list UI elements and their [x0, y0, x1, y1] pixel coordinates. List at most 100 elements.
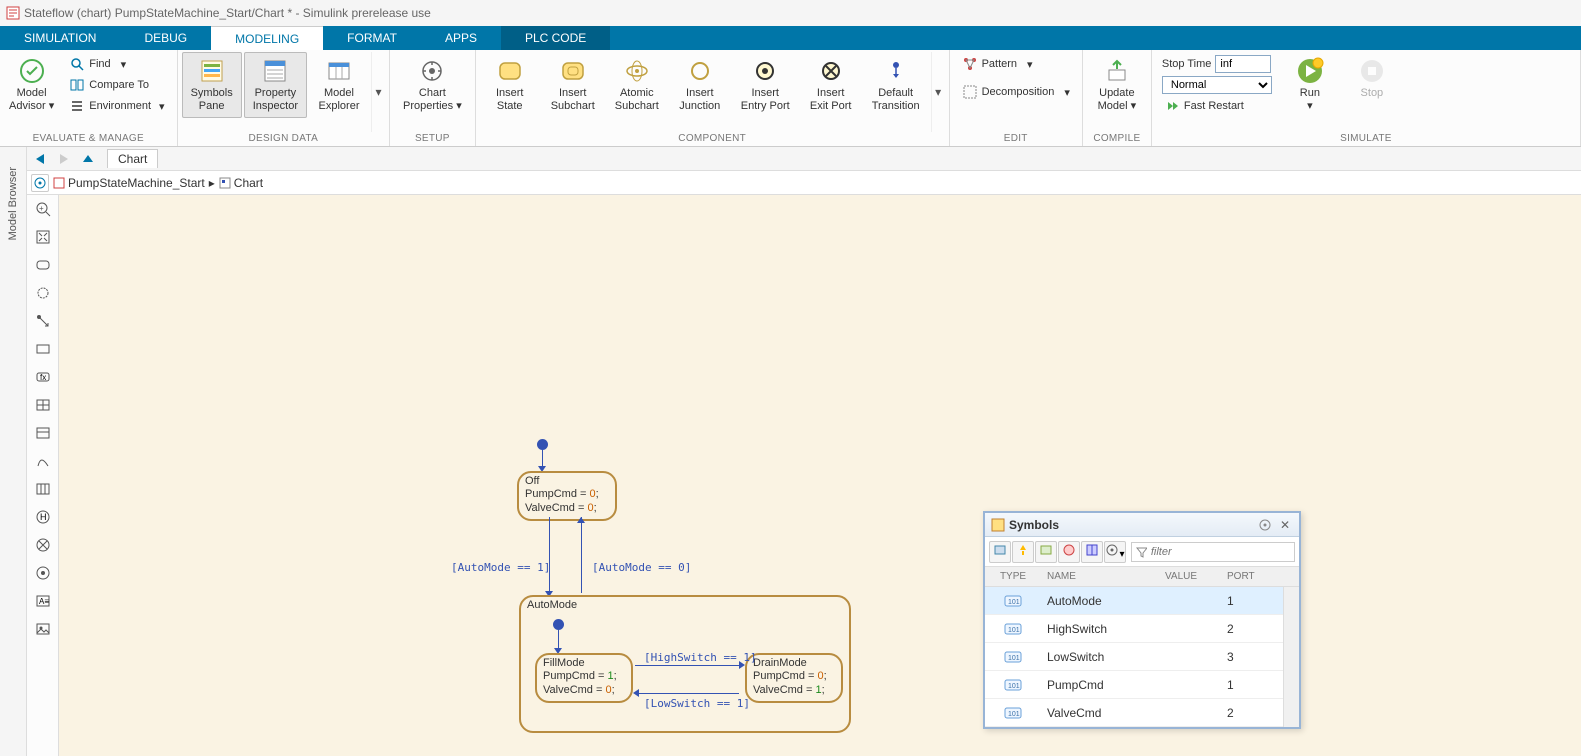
symbols-titlebar[interactable]: Symbols ✕ [985, 513, 1299, 537]
crumb-target-button[interactable] [31, 174, 49, 192]
sym-hdr-type[interactable]: TYPE [985, 567, 1041, 586]
palette-entryport-button[interactable] [31, 561, 55, 585]
transition-label-automatic-off[interactable]: [AutoMode == 0] [592, 561, 691, 574]
stop-button[interactable]: Stop [1342, 52, 1402, 105]
state-off[interactable]: Off PumpCmd = 0;ValveCmd = 0; [517, 471, 617, 521]
symbols-pane-button[interactable]: Symbols Pane [182, 52, 242, 118]
property-inspector-button[interactable]: Property Inspector [244, 52, 307, 118]
tab-plc-code[interactable]: PLC CODE [501, 26, 610, 50]
compare-button[interactable]: Compare To [63, 75, 170, 95]
sim-mode-select[interactable]: Normal [1162, 76, 1272, 94]
insert-state-button[interactable]: Insert State [480, 52, 540, 118]
palette-junction-button[interactable] [31, 281, 55, 305]
palette-state-button[interactable] [31, 253, 55, 277]
nav-back-button[interactable] [29, 149, 51, 169]
sym-value [1159, 671, 1221, 698]
tab-format[interactable]: FORMAT [323, 26, 421, 50]
palette-connective-button[interactable] [31, 533, 55, 557]
connector[interactable] [635, 693, 739, 694]
symbols-row[interactable]: 101HighSwitch2 [985, 615, 1283, 643]
palette-box-button[interactable] [31, 337, 55, 361]
insert-junction-button[interactable]: Insert Junction [670, 52, 730, 118]
insert-exit-port-button[interactable]: Insert Exit Port [801, 52, 861, 118]
nav-up-button[interactable] [77, 149, 99, 169]
symbols-filter-input[interactable] [1151, 546, 1290, 558]
connector[interactable] [635, 665, 739, 666]
update-model-button[interactable]: Update Model ▾ [1087, 52, 1147, 118]
model-explorer-button[interactable]: Model Explorer [309, 52, 369, 118]
ribbon-group-evaluate: Model Advisor ▾ Find▾ Compare To Environ… [0, 50, 178, 146]
arrow-icon [577, 517, 585, 523]
state-drainmode[interactable]: DrainMode PumpCmd = 0;ValveCmd = 1; [745, 653, 843, 703]
palette-transition-button[interactable] [31, 309, 55, 333]
palette-fit-button[interactable]: + [31, 197, 55, 221]
palette-annotation-button[interactable]: A≡ [31, 589, 55, 613]
tab-simulation[interactable]: SIMULATION [0, 26, 120, 50]
connector[interactable] [549, 517, 550, 593]
default-transition-dot-fill[interactable] [553, 619, 564, 630]
state-fillmode[interactable]: FillMode PumpCmd = 1;ValveCmd = 0; [535, 653, 633, 703]
symbols-row[interactable]: 101PumpCmd1 [985, 671, 1283, 699]
default-transition-dot-off[interactable] [537, 439, 548, 450]
nav-forward-button[interactable] [53, 149, 75, 169]
palette-simfn-button[interactable] [31, 393, 55, 417]
symbols-filter[interactable] [1131, 542, 1295, 562]
palette: + fx H A≡ [27, 195, 59, 756]
tab-apps[interactable]: APPS [421, 26, 501, 50]
transition-label-lowswitch[interactable]: [LowSwitch == 1] [644, 697, 750, 710]
symbols-row[interactable]: 101LowSwitch3 [985, 643, 1283, 671]
fast-restart-button[interactable]: Fast Restart [1158, 96, 1276, 116]
tab-modeling[interactable]: MODELING [211, 26, 323, 50]
canvas[interactable]: Off PumpCmd = 0;ValveCmd = 0; [AutoMode … [59, 195, 1581, 756]
sym-tb-btn6[interactable]: ▾ [1104, 541, 1126, 563]
crumb-model[interactable]: PumpStateMachine_Start [53, 176, 205, 190]
model-advisor-button[interactable]: Model Advisor ▾ [4, 52, 59, 118]
symbols-scrollbar[interactable] [1283, 587, 1299, 727]
pattern-button[interactable]: Pattern▾ [956, 54, 1076, 74]
stoptime-input[interactable] [1215, 55, 1271, 73]
insert-entry-port-button[interactable]: Insert Entry Port [732, 52, 799, 118]
connector[interactable] [558, 630, 559, 650]
sym-name: AutoMode [1041, 587, 1159, 614]
palette-graphfn-button[interactable] [31, 449, 55, 473]
run-button[interactable]: Run▾ [1280, 52, 1340, 118]
sym-value [1159, 587, 1221, 614]
nav-tab-chart[interactable]: Chart [107, 149, 158, 168]
symbols-panel[interactable]: Symbols ✕ ▾ TYPE NAME VALUE PO [983, 511, 1301, 729]
chart-properties-button[interactable]: Chart Properties ▾ [394, 52, 471, 118]
symbols-row[interactable]: 101AutoMode1 [985, 587, 1283, 615]
model-browser-tab[interactable]: Model Browser [0, 147, 27, 756]
symbols-minimize-button[interactable] [1257, 517, 1273, 533]
palette-truthtable-button[interactable] [31, 421, 55, 445]
environment-button[interactable]: Environment▾ [63, 96, 170, 116]
ribbon-group-setup: Chart Properties ▾ SETUP [390, 50, 476, 146]
sym-hdr-value[interactable]: VALUE [1159, 567, 1221, 586]
sym-hdr-port[interactable]: PORT [1221, 567, 1267, 586]
palette-history-button[interactable]: H [31, 505, 55, 529]
design-data-more-button[interactable]: ▾ [371, 52, 385, 132]
tab-debug[interactable]: DEBUG [120, 26, 211, 50]
palette-function-button[interactable]: fx [31, 365, 55, 389]
sym-tb-btn4[interactable] [1058, 541, 1080, 563]
decomposition-button[interactable]: Decomposition▾ [956, 82, 1076, 102]
symbols-close-button[interactable]: ✕ [1277, 517, 1293, 533]
palette-matlabfn-button[interactable] [31, 477, 55, 501]
svg-text:fx: fx [40, 373, 46, 382]
palette-image-button[interactable] [31, 617, 55, 641]
atomic-subchart-button[interactable]: Atomic Subchart [606, 52, 668, 118]
connector[interactable] [581, 517, 582, 593]
default-transition-button[interactable]: Default Transition [863, 52, 929, 118]
sym-tb-btn3[interactable] [1035, 541, 1057, 563]
sym-tb-btn2[interactable] [1012, 541, 1034, 563]
component-more-button[interactable]: ▾ [931, 52, 945, 132]
insert-subchart-button[interactable]: Insert Subchart [542, 52, 604, 118]
crumb-chart[interactable]: Chart [219, 176, 263, 190]
symbols-row[interactable]: 101ValveCmd2 [985, 699, 1283, 727]
transition-label-highswitch[interactable]: [HighSwitch == 1] [644, 651, 757, 664]
transition-label-automatic-on[interactable]: [AutoMode == 1] [451, 561, 550, 574]
find-button[interactable]: Find▾ [63, 54, 170, 74]
sym-tb-btn5[interactable] [1081, 541, 1103, 563]
sym-tb-btn1[interactable] [989, 541, 1011, 563]
sym-hdr-name[interactable]: NAME [1041, 567, 1159, 586]
palette-fitscreen-button[interactable] [31, 225, 55, 249]
